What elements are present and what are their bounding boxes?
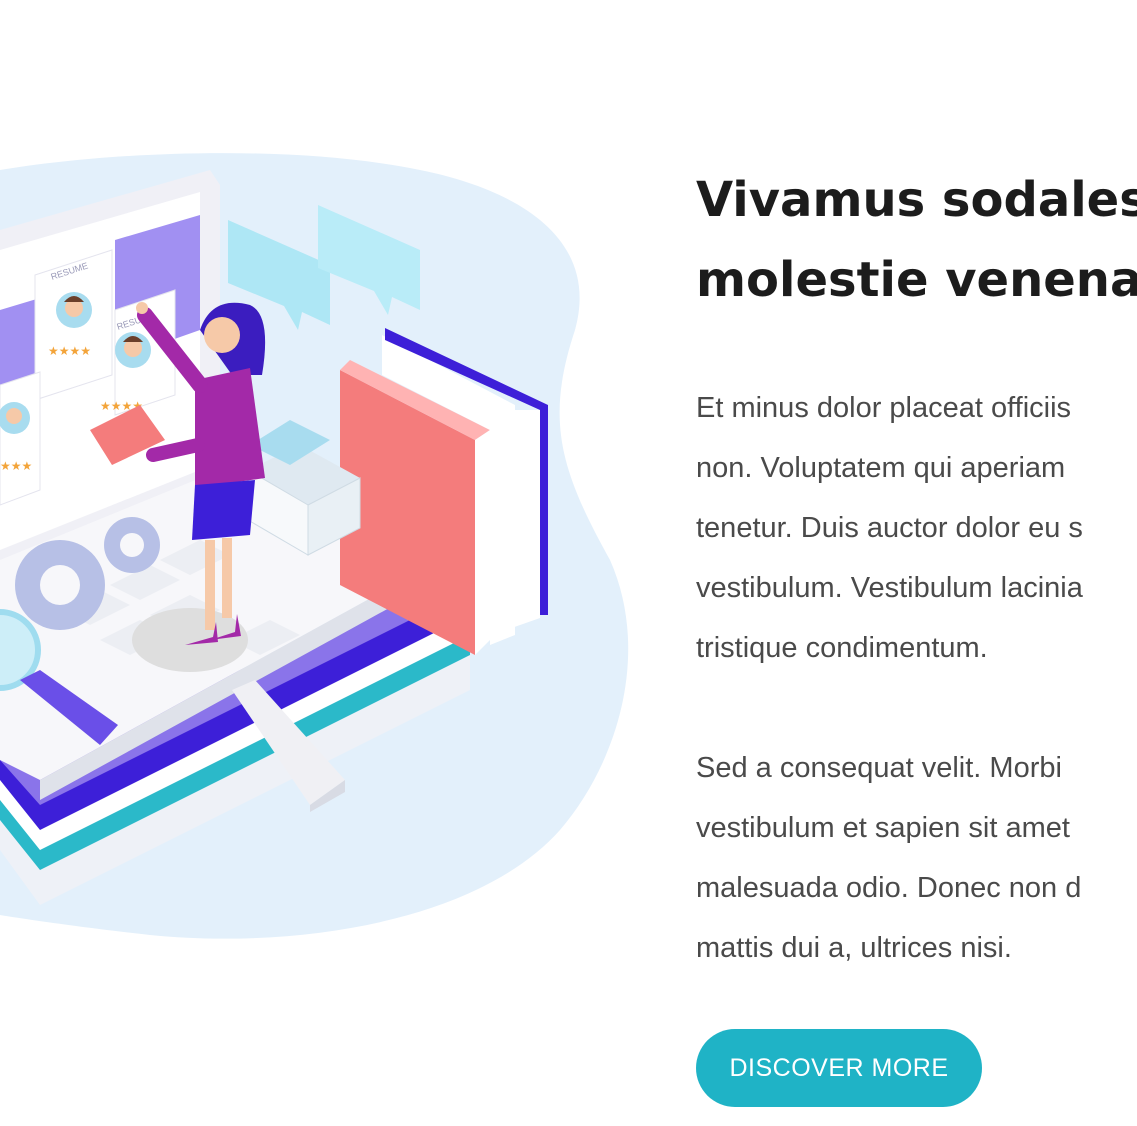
gear-icon xyxy=(104,517,160,573)
resume-card: RESUME ★★★★ xyxy=(34,249,113,401)
paragraph-line: mattis dui a, ultrices nisi. xyxy=(696,932,1012,964)
hero-paragraph-1: Et minus dolor placeat officiis non. Vol… xyxy=(696,378,1137,678)
paragraph-line: Et minus dolor placeat officiis xyxy=(696,392,1072,424)
svg-text:★★★: ★★★ xyxy=(0,459,32,473)
paragraph-line: tenetur. Duis auctor dolor eu s xyxy=(696,512,1083,544)
hero-heading: Vivamus sodales m molestie venenatis xyxy=(696,160,1137,320)
svg-text:★★★★: ★★★★ xyxy=(48,344,91,358)
hero-illustration: RESUME ★★★★ RESUME ★★★★ ★★★ xyxy=(0,153,629,939)
paragraph-line: non. Voluptatem qui aperiam xyxy=(696,452,1066,484)
discover-more-button[interactable]: DISCOVER MORE xyxy=(696,1029,982,1107)
gear-icon xyxy=(15,540,105,630)
paragraph-line: Sed a consequat velit. Morbi xyxy=(696,752,1062,784)
paragraph-line: tristique condimentum. xyxy=(696,632,988,664)
hero-heading-line: molestie venenatis xyxy=(696,252,1137,308)
paragraph-line: malesuada odio. Donec non d xyxy=(696,872,1082,904)
hero-heading-line: Vivamus sodales m xyxy=(696,172,1137,228)
paragraph-line: vestibulum. Vestibulum lacinia xyxy=(696,572,1083,604)
hero-paragraph-2: Sed a consequat velit. Morbi vestibulum … xyxy=(696,738,1137,978)
paragraph-line: vestibulum et sapien sit amet xyxy=(696,812,1070,844)
hero-content: Vivamus sodales m molestie venenatis Et … xyxy=(696,160,1137,978)
resume-card: ★★★ xyxy=(0,371,41,506)
